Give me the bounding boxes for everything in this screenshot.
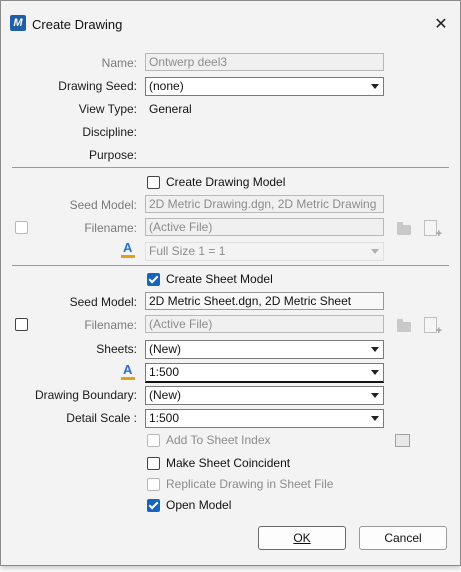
replicate-drawing-label: Replicate Drawing in Sheet File	[166, 477, 334, 491]
new-file-icon[interactable]	[424, 317, 442, 337]
drawing-boundary-label: Drawing Boundary:	[34, 388, 137, 402]
ok-button-label: OK	[293, 531, 311, 545]
make-sheet-coincident-checkbox[interactable]	[147, 457, 160, 470]
chevron-down-icon	[371, 249, 379, 254]
separator	[12, 265, 449, 266]
view-type-label: View Type:	[78, 102, 137, 116]
drawing-seed-model-field[interactable]: 2D Metric Drawing.dgn, 2D Metric Drawing	[145, 195, 384, 213]
detail-scale-value: 1:500	[149, 411, 180, 425]
sheet-seed-model-field[interactable]: 2D Metric Sheet.dgn, 2D Metric Sheet	[145, 292, 384, 310]
microstation-app-icon: M	[10, 15, 26, 31]
chevron-down-icon	[371, 84, 379, 89]
folder-icon[interactable]	[397, 319, 411, 332]
make-sheet-coincident-label: Make Sheet Coincident	[166, 456, 291, 470]
sheet-index-icon[interactable]	[395, 434, 410, 447]
sheets-value: (New)	[149, 342, 181, 356]
sheet-annotation-scale-dropdown[interactable]: 1:500	[145, 363, 384, 383]
detail-scale-dropdown[interactable]: 1:500	[145, 409, 384, 428]
purpose-label: Purpose:	[88, 148, 137, 162]
chevron-down-icon	[371, 393, 379, 398]
folder-icon[interactable]	[397, 222, 411, 235]
drawing-filename-label: Filename:	[84, 221, 137, 235]
create-sheet-model-checkbox[interactable]	[147, 273, 160, 286]
drawing-seed-label: Drawing Seed:	[58, 79, 137, 93]
drawing-filename-field[interactable]: (Active File)	[145, 218, 384, 236]
name-field[interactable]: Ontwerp deel3	[145, 53, 384, 71]
create-sheet-model-label: Create Sheet Model	[166, 272, 273, 286]
dialog-title: Create Drawing	[32, 17, 123, 32]
name-label: Name:	[101, 56, 137, 70]
chevron-down-icon	[371, 347, 379, 352]
separator	[12, 167, 449, 168]
ok-button[interactable]: OK	[258, 526, 346, 550]
replicate-drawing-checkbox[interactable]	[147, 478, 160, 491]
drawing-annotation-scale-value: Full Size 1 = 1	[149, 244, 226, 258]
add-to-sheet-index-label: Add To Sheet Index	[166, 433, 271, 447]
chevron-down-icon	[371, 370, 379, 375]
open-model-checkbox[interactable]	[147, 499, 160, 512]
create-drawing-dialog: M Create Drawing ✕ Name: Ontwerp deel3 D…	[0, 0, 461, 566]
sheet-filename-label: Filename:	[84, 318, 137, 332]
title-bar[interactable]: M Create Drawing ✕	[1, 1, 460, 41]
cancel-button-label: Cancel	[384, 531, 422, 545]
drawing-boundary-dropdown[interactable]: (New)	[145, 386, 384, 405]
sheets-dropdown[interactable]: (New)	[145, 340, 384, 359]
create-drawing-model-checkbox[interactable]	[147, 176, 160, 189]
drawing-seed-model-label: Seed Model:	[69, 198, 137, 212]
annotation-scale-icon: A	[121, 362, 135, 380]
sheets-label: Sheets:	[96, 342, 137, 356]
add-to-sheet-index-checkbox[interactable]	[147, 434, 160, 447]
detail-scale-label: Detail Scale :	[66, 411, 137, 425]
drawing-seed-dropdown[interactable]: (none)	[145, 77, 384, 96]
sheet-annotation-scale-value: 1:500	[149, 365, 180, 379]
cancel-button[interactable]: Cancel	[359, 526, 447, 550]
sheet-seed-model-label: Seed Model:	[69, 295, 137, 309]
drawing-seed-value: (none)	[149, 79, 184, 93]
annotation-scale-icon: A	[121, 240, 135, 258]
drawing-annotation-scale-dropdown[interactable]: Full Size 1 = 1	[145, 242, 384, 261]
drawing-boundary-value: (New)	[149, 388, 181, 402]
sheet-filename-field[interactable]: (Active File)	[145, 315, 384, 333]
discipline-label: Discipline:	[82, 125, 137, 139]
chevron-down-icon	[371, 416, 379, 421]
new-file-icon[interactable]	[424, 220, 442, 240]
open-model-label: Open Model	[166, 498, 232, 512]
create-drawing-model-label: Create Drawing Model	[166, 175, 286, 189]
view-type-value: General	[149, 102, 192, 116]
close-icon[interactable]: ✕	[428, 12, 454, 38]
